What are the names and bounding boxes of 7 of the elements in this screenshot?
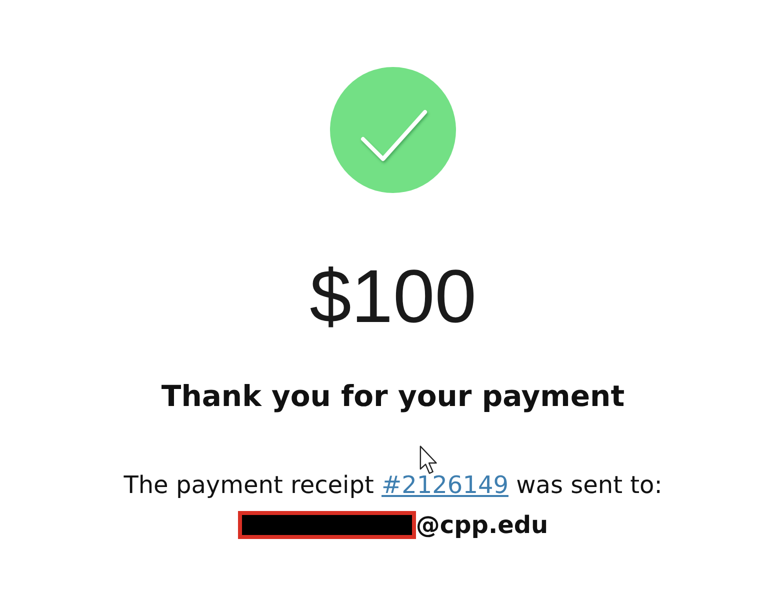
mouse-pointer-icon xyxy=(418,445,438,475)
email-address: @cpp.edu xyxy=(416,510,548,541)
payment-amount: $100 xyxy=(310,253,476,340)
receipt-message: The payment receipt #2126149 was sent to: xyxy=(124,469,662,501)
success-check-icon xyxy=(330,67,456,193)
receipt-link[interactable]: #2126149 xyxy=(382,471,508,499)
thank-you-heading: Thank you for your payment xyxy=(161,378,625,414)
